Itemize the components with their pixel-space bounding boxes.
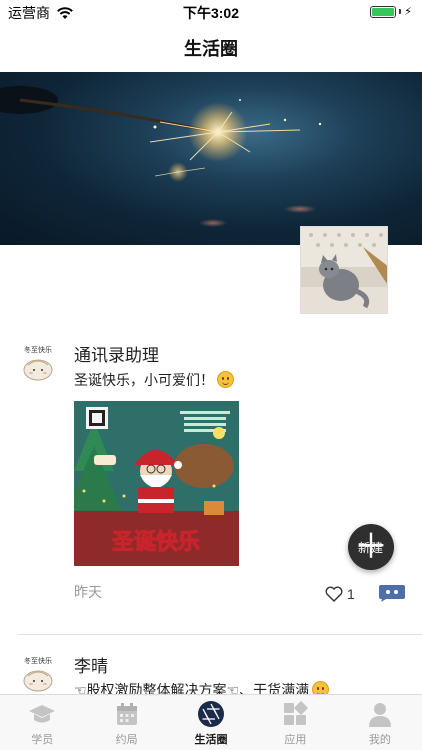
battery-icon: [370, 5, 397, 18]
christmas-poster: 圣诞快乐: [74, 401, 239, 566]
heart-icon: [325, 586, 343, 602]
sparkler-image: [0, 86, 322, 227]
charging-bolt-icon: ⚡: [404, 6, 412, 18]
page-title: 生活圈: [184, 39, 238, 59]
status-bar: 运营商 下午3:02 ⚡: [0, 0, 422, 24]
comment-button[interactable]: [378, 584, 406, 602]
post-image[interactable]: 圣诞快乐: [74, 401, 239, 566]
tab-label: 学员: [31, 734, 54, 746]
svg-text:圣诞快乐: 圣诞快乐: [112, 530, 200, 555]
comment-icon: [379, 585, 405, 602]
tab-mine[interactable]: 我的: [338, 695, 422, 750]
post-text: 圣诞快乐，小可爱们！: [74, 370, 234, 390]
post-text-content: 圣诞快乐，小可爱们！: [74, 372, 214, 388]
clock: 下午3:02: [182, 5, 240, 21]
new-post-button[interactable]: ＋ 新建: [348, 524, 394, 570]
tab-apps[interactable]: 应用: [253, 695, 337, 750]
post-divider: [18, 634, 422, 635]
tab-label: 应用: [284, 734, 307, 746]
dumpling-avatar-icon: 冬至快乐: [23, 656, 53, 692]
profile-cover-avatar[interactable]: [300, 226, 388, 314]
tab-label: 我的: [368, 734, 391, 746]
cover-photo[interactable]: [0, 72, 422, 245]
cat-photo: [301, 227, 387, 313]
tab-label: 约局: [115, 734, 138, 746]
new-post-label: 新建: [357, 540, 384, 555]
tab-appointments[interactable]: 约局: [84, 695, 168, 750]
apps-grid-icon: [284, 701, 309, 725]
svg-text:冬至快乐: 冬至快乐: [24, 345, 52, 354]
author-name[interactable]: 李晴: [74, 652, 108, 677]
aperture-icon: [198, 701, 225, 727]
person-icon: [368, 703, 391, 727]
tab-students[interactable]: 学员: [0, 695, 84, 750]
smile-emoji-icon: [217, 371, 234, 388]
tab-bar: 学员 约局 生活圈 应用 我的: [0, 694, 422, 750]
tab-life-circle[interactable]: 生活圈: [169, 695, 253, 750]
navigation-bar: 生活圈: [0, 24, 422, 72]
author-name[interactable]: 通讯录助理: [74, 341, 159, 366]
tab-label: 生活圈: [194, 734, 228, 746]
calendar-icon: [116, 703, 137, 725]
svg-text:冬至快乐: 冬至快乐: [24, 656, 52, 665]
like-button[interactable]: 1: [325, 586, 355, 602]
graduation-cap-icon: [29, 705, 56, 723]
battery-level: [372, 7, 395, 16]
post-time: 昨天: [74, 584, 102, 600]
battery-indicator: ⚡: [370, 5, 412, 18]
author-avatar[interactable]: 冬至快乐: [20, 654, 56, 694]
like-count: 1: [347, 586, 355, 602]
author-avatar[interactable]: 冬至快乐: [20, 343, 56, 383]
dumpling-avatar-icon: 冬至快乐: [23, 345, 53, 381]
